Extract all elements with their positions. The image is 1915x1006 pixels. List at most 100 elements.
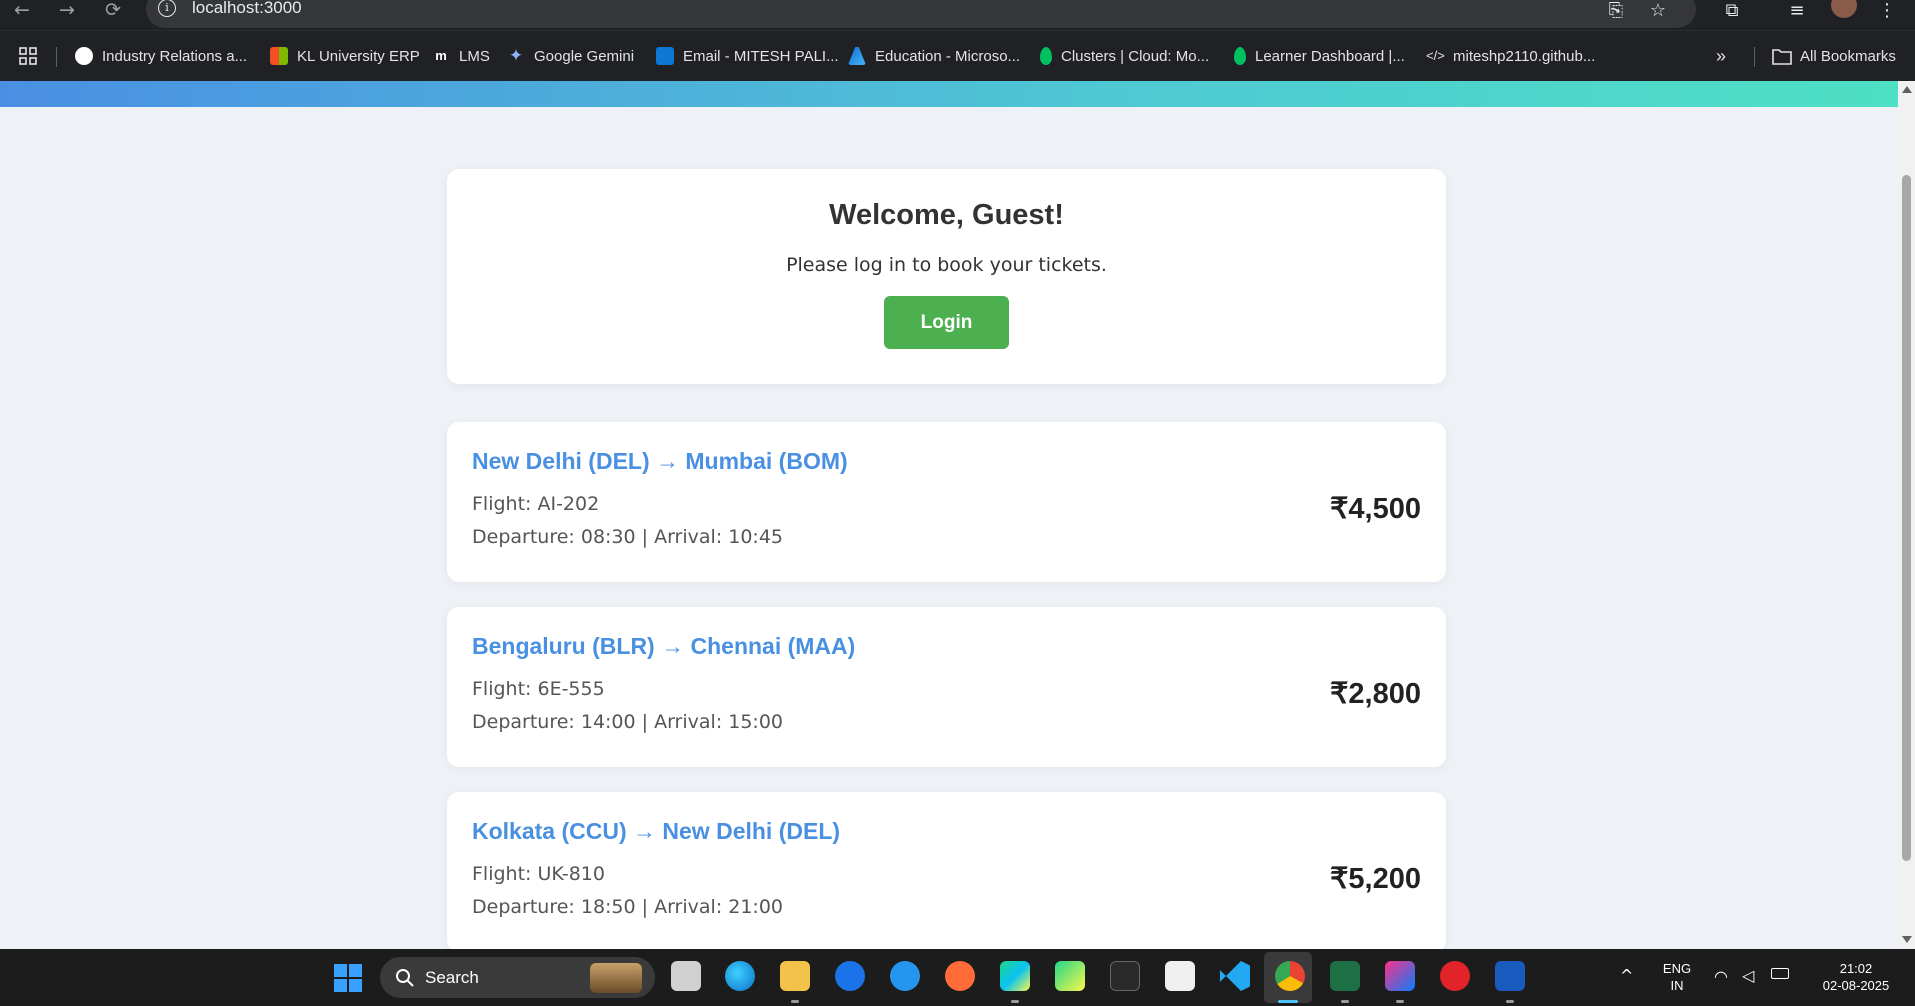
webstorm-icon[interactable] [1000,961,1030,991]
flight-times: Departure: 14:00 | Arrival: 15:00 [472,711,784,733]
scroll-thumb[interactable] [1902,175,1911,861]
page-scrollbar[interactable] [1898,81,1915,949]
windows-start-icon[interactable] [333,963,363,993]
bookmark-item[interactable]: KL University ERP [270,45,420,67]
flight-price: ₹2,800 [1329,678,1421,710]
intellij-icon[interactable] [1385,961,1415,991]
pycharm-icon[interactable] [1055,961,1085,991]
docker-icon[interactable] [890,961,920,991]
bookmark-label: Learner Dashboard |... [1255,47,1405,65]
flight-card[interactable]: Bengaluru (BLR) → Chennai (MAA) Flight: … [447,607,1446,767]
bookmark-item[interactable]: Email - MITESH PALI... [656,45,839,67]
folder-icon [1772,49,1792,65]
bookmark-item[interactable]: m LMS [432,45,490,67]
flight-price: ₹4,500 [1329,493,1421,525]
file-explorer-icon[interactable] [780,961,810,991]
flight-route[interactable]: Kolkata (CCU) → New Delhi (DEL) [472,818,840,845]
running-indicator [1396,1000,1404,1003]
bookmark-label: KL University ERP [297,47,420,65]
flight-number: Flight: UK-810 [472,863,605,885]
flight-route[interactable]: New Delhi (DEL) → Mumbai (BOM) [472,448,848,475]
app-icon[interactable] [1110,961,1140,991]
header-gradient-bar [0,81,1898,107]
excel-icon[interactable] [1330,961,1360,991]
bookmark-item[interactable]: ✦ Google Gemini [507,45,634,67]
taskbar-search[interactable]: Search [380,957,655,998]
login-button[interactable]: Login [884,296,1009,349]
postman-icon[interactable] [945,961,975,991]
bookmark-label: Clusters | Cloud: Mo... [1061,47,1210,65]
music-player-icon[interactable] [1440,961,1470,991]
task-view-icon[interactable] [671,961,701,991]
welcome-message: Please log in to book your tickets. [786,254,1107,276]
all-bookmarks-label: All Bookmarks [1800,47,1896,65]
running-indicator [1506,1000,1514,1003]
flight-card[interactable]: New Delhi (DEL) → Mumbai (BOM) Flight: A… [447,422,1446,582]
flight-number: Flight: AI-202 [472,493,600,515]
edge-icon[interactable] [725,961,755,991]
clock-date: 02-08-2025 [1822,978,1890,993]
media-icon[interactable]: ≡ [1785,0,1809,21]
globe-icon [75,47,93,65]
flight-times: Departure: 08:30 | Arrival: 10:45 [472,526,784,548]
menu-icon[interactable]: ⋮ [1875,0,1899,21]
scroll-up-icon[interactable] [1902,86,1912,93]
flight-price: ₹5,200 [1329,863,1421,895]
apps-grid-icon[interactable] [18,45,38,67]
bookmark-item[interactable]: Clusters | Cloud: Mo... [1040,45,1209,67]
mongodb-icon [1234,47,1246,65]
search-highlight-icon [590,963,642,993]
forward-icon[interactable]: → [55,0,79,20]
bookmark-item[interactable]: </> miteshp2110.github... [1426,45,1595,67]
battery-icon[interactable] [1771,968,1789,979]
moodle-icon: m [432,47,450,65]
bookmark-star-icon[interactable]: ☆ [1647,0,1669,21]
vscode-icon[interactable] [1220,961,1250,991]
flight-times: Departure: 18:50 | Arrival: 21:00 [472,896,784,918]
chevron-up-icon[interactable]: ^ [1620,966,1633,985]
profile-avatar[interactable] [1831,0,1857,18]
language-indicator[interactable]: ENG IN [1660,960,1694,994]
all-bookmarks-button[interactable]: All Bookmarks [1772,45,1896,67]
install-app-icon[interactable]: ⎘ [1605,0,1627,21]
more-bookmarks-chevron-icon[interactable]: » [1716,45,1726,67]
region-code: IN [1670,978,1684,993]
flight-card[interactable]: Kolkata (CCU) → New Delhi (DEL) Flight: … [447,792,1446,952]
chrome-icon[interactable] [1275,961,1305,991]
running-indicator [1341,1000,1349,1003]
word-icon[interactable] [1495,961,1525,991]
back-icon[interactable]: ← [10,0,34,20]
search-icon [396,969,414,987]
writer-icon[interactable] [1165,961,1195,991]
flight-route[interactable]: Bengaluru (BLR) → Chennai (MAA) [472,633,855,660]
bookmark-item[interactable]: Industry Relations a... [75,45,247,67]
welcome-card: Welcome, Guest! Please log in to book yo… [447,169,1446,384]
browser-toolbar: ← → ⟳ i localhost:3000 ⎘ ☆ ⧉ ≡ ⋮ [0,0,1915,30]
volume-icon[interactable]: ◁ [1742,966,1754,985]
wifi-icon[interactable]: ◠ [1714,967,1728,986]
app-store-icon[interactable] [835,961,865,991]
taskbar: Search ^ ENG IN ◠ ◁ 21:02 02-08-2025 [0,949,1915,1006]
bookmark-label: Education - Microso... [875,47,1021,65]
scroll-down-icon[interactable] [1902,936,1912,943]
running-indicator [791,1000,799,1003]
divider [56,47,57,67]
bookmark-label: LMS [459,47,490,65]
flight-number: Flight: 6E-555 [472,678,605,700]
running-indicator [1011,1000,1019,1003]
bookmarks-bar: Industry Relations a... KL University ER… [0,30,1915,81]
reload-icon[interactable]: ⟳ [101,0,125,20]
address-bar[interactable]: i localhost:3000 ⎘ ☆ [146,0,1696,28]
bookmark-item[interactable]: Education - Microso... [848,45,1020,67]
site-info-icon[interactable]: i [158,0,176,17]
microsoft-icon [270,47,288,65]
extensions-icon[interactable]: ⧉ [1720,0,1744,21]
search-label: Search [425,968,479,987]
url-text[interactable]: localhost:3000 [192,0,302,18]
active-indicator [1278,1000,1298,1003]
divider [1754,47,1755,67]
bookmark-item[interactable]: Learner Dashboard |... [1234,45,1405,67]
bookmark-label: miteshp2110.github... [1453,47,1596,65]
clock[interactable]: 21:02 02-08-2025 [1808,960,1904,994]
bookmark-label: Email - MITESH PALI... [683,47,839,65]
